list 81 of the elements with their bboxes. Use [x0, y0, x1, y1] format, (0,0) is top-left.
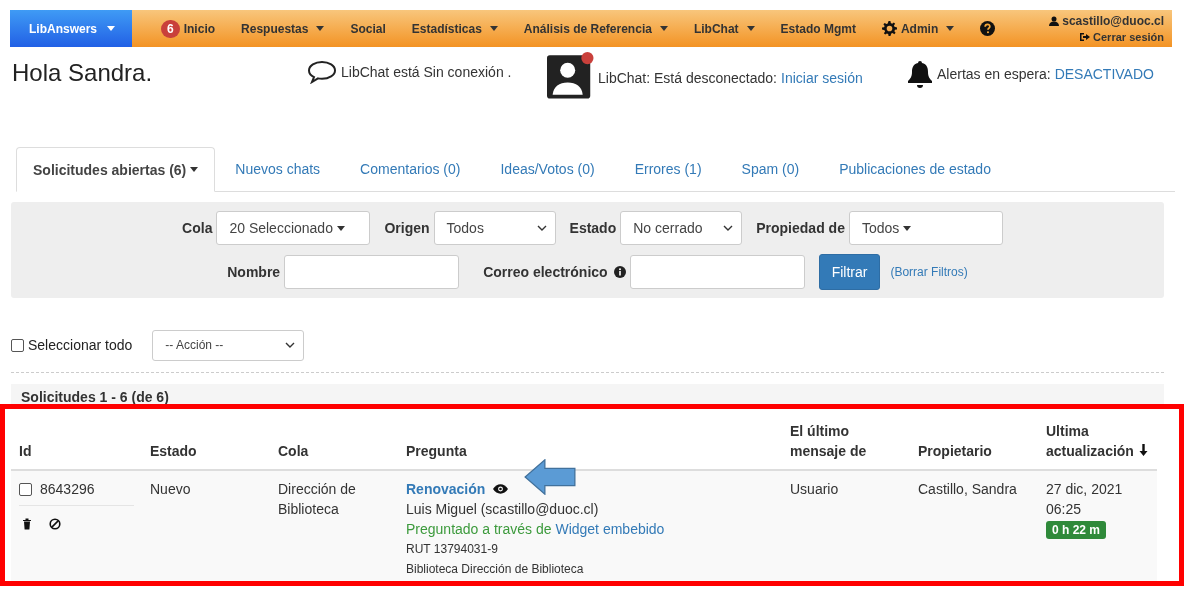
- nav-item[interactable]: Estadísticas: [411, 21, 498, 36]
- filter-label: Cola: [182, 220, 213, 236]
- caret-icon: [190, 167, 199, 172]
- user-account-link[interactable]: scastillo@duoc.cl: [1049, 14, 1164, 28]
- filter-label: Correo electrónico: [483, 264, 608, 280]
- tab[interactable]: Publicaciones de estado: [819, 147, 1011, 191]
- tab[interactable]: Comentarios (0): [340, 147, 481, 191]
- alerts-text: Alertas en espera:: [937, 66, 1051, 82]
- nav-item[interactable]: LibChat: [693, 21, 755, 36]
- tab[interactable]: Errores (1): [614, 147, 722, 191]
- login-link[interactable]: Iniciar sesión: [781, 69, 863, 86]
- nav-item[interactable]: [980, 21, 996, 36]
- table-cell: Castillo, Sandra: [910, 470, 1038, 581]
- filter-button[interactable]: Filtrar: [818, 254, 881, 290]
- sign-out-icon: [1080, 32, 1091, 42]
- count-badge: 6: [161, 19, 180, 38]
- eye-icon: [493, 484, 509, 494]
- dropdown-button[interactable]: 20 Seleccionado: [216, 211, 371, 245]
- chevron-icon: [536, 225, 547, 231]
- checkbox[interactable]: [11, 338, 24, 352]
- chevron-icon: [285, 342, 296, 348]
- via-text: Preguntado a través de: [406, 521, 552, 537]
- tab[interactable]: Solicitudes abiertas (6): [16, 147, 216, 192]
- question-link[interactable]: Renovación: [406, 479, 486, 499]
- table-cell: Dirección de Biblioteca: [270, 470, 398, 581]
- caret-icon: [107, 26, 115, 31]
- gear-icon: [881, 21, 897, 36]
- filter-label: Nombre: [227, 264, 281, 280]
- logout-link[interactable]: Cerrar sesión: [1080, 31, 1164, 43]
- row-checkbox[interactable]: [19, 482, 32, 496]
- block-icon[interactable]: [49, 518, 61, 530]
- avatar-icon: [547, 50, 594, 100]
- table-cell: Usuario: [782, 470, 910, 581]
- tab[interactable]: Nuevos chats: [215, 147, 341, 191]
- user-icon: [1049, 16, 1060, 26]
- tab[interactable]: Spam (0): [721, 147, 820, 191]
- filter-label: Origen: [384, 220, 430, 236]
- tab[interactable]: Ideas/Votos (0): [480, 147, 615, 191]
- nav-item[interactable]: 6 Inicio: [161, 19, 216, 38]
- help-icon: [980, 21, 996, 36]
- chat-status-text: LibChat está Sin conexión .: [341, 64, 512, 80]
- table-cell: Nuevo: [142, 470, 270, 581]
- widget-link[interactable]: Widget embebido: [555, 521, 665, 537]
- updated-date: 27 dic, 2021 06:25: [1046, 480, 1124, 519]
- select-all-checkbox[interactable]: Seleccionar todo: [11, 337, 133, 353]
- select-field[interactable]: No cerrado: [620, 211, 743, 245]
- caret-icon: [489, 26, 498, 31]
- alerts-toggle-link[interactable]: DESACTIVADO: [1054, 66, 1154, 82]
- text-input[interactable]: [629, 255, 805, 289]
- caret-icon: [746, 26, 755, 31]
- nav-item[interactable]: Admin: [881, 21, 955, 36]
- nav-item[interactable]: Estado Mgmt: [780, 21, 856, 36]
- brand-menu[interactable]: LibAnswers: [10, 10, 132, 47]
- libchat-status-text: LibChat: Está desconectado:: [598, 69, 777, 86]
- nav-item[interactable]: Social: [350, 21, 386, 36]
- results-title: Solicitudes 1 - 6 (de 6): [11, 384, 1164, 404]
- caret-icon: [903, 225, 912, 231]
- bell-icon: [907, 60, 933, 88]
- chat-bubble-icon: [307, 60, 337, 84]
- caret-icon: [336, 225, 345, 231]
- filter-label: Propiedad de: [756, 220, 845, 236]
- caret-icon: [946, 26, 955, 31]
- rut-text: RUT 13794031-9: [406, 541, 499, 558]
- nav-item[interactable]: Respuestas: [241, 21, 325, 36]
- text-input[interactable]: [284, 255, 460, 289]
- caret-icon: [659, 26, 668, 31]
- clear-filters-link[interactable]: (Borrar Filtros): [890, 265, 968, 279]
- branch-text: Biblioteca Dirección de Biblioteca: [406, 561, 585, 578]
- greeting-heading: Hola Sandra.: [12, 59, 154, 87]
- filter-label: Estado: [569, 220, 617, 236]
- dropdown-button[interactable]: Todos: [848, 211, 1003, 245]
- select-field[interactable]: Todos: [433, 211, 556, 245]
- sender-text: Luis Miguel (scastillo@duoc.cl): [406, 500, 600, 519]
- info-icon: [613, 266, 626, 278]
- request-id: 8643296: [40, 480, 95, 499]
- elapsed-time-badge: 0 h 22 m: [1046, 521, 1107, 539]
- trash-icon[interactable]: [21, 518, 33, 530]
- caret-icon: [316, 26, 325, 31]
- action-select[interactable]: -- Acción --: [152, 329, 305, 361]
- chevron-icon: [723, 225, 734, 231]
- nav-item[interactable]: Análisis de Referencia: [523, 21, 668, 36]
